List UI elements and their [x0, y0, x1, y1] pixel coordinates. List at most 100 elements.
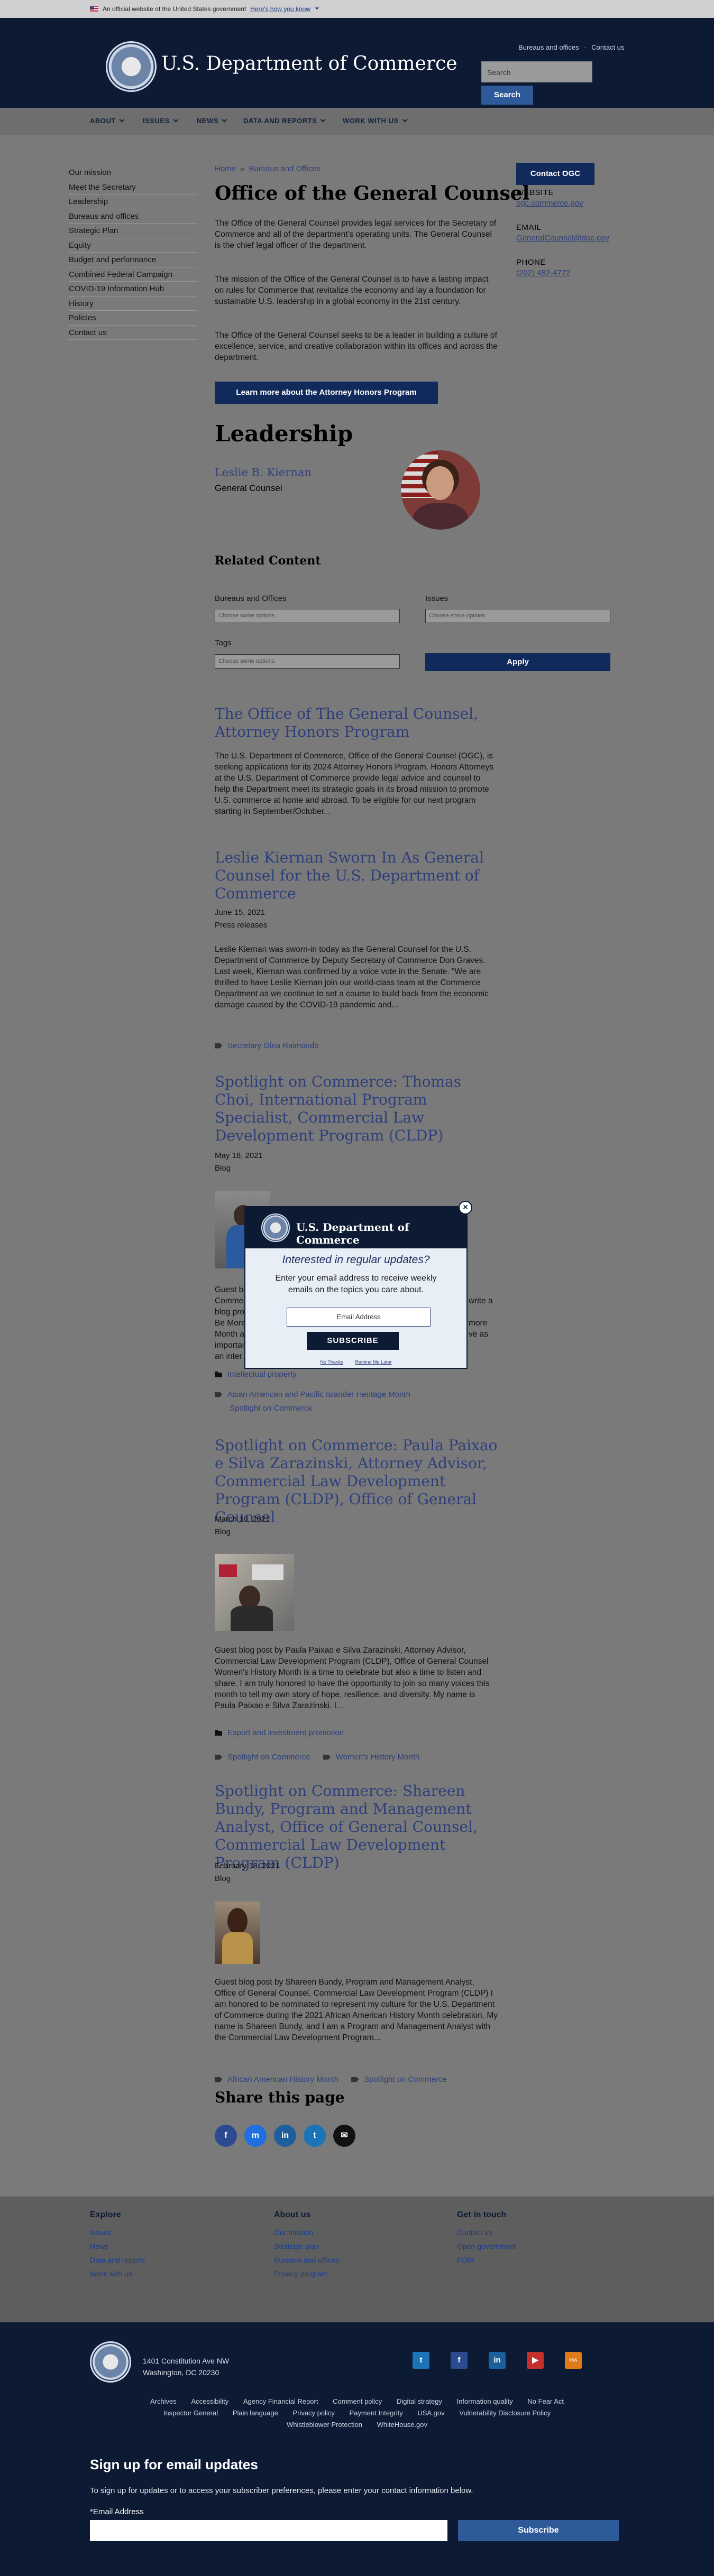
footer-link-payment-integrity[interactable]: Payment Integrity — [350, 2409, 403, 2417]
site-title[interactable]: U.S. Department of Commerce — [161, 53, 457, 75]
remind-me-later-link[interactable]: Remind Me Later — [355, 1359, 391, 1365]
footer-commerce-seal-logo[interactable] — [90, 2341, 131, 2383]
facebook-share-icon[interactable]: f — [215, 2125, 237, 2147]
phone-link[interactable]: (202) 482-4772 — [516, 268, 571, 277]
tag-link[interactable]: Women's History Month — [323, 1753, 419, 1762]
heres-how-you-know-link[interactable]: Here's how you know — [250, 5, 310, 13]
sidebar-item-our-mission[interactable]: Our mission — [69, 165, 197, 180]
category-link[interactable]: Intellectual property — [215, 1370, 297, 1379]
linkedin-icon[interactable]: in — [489, 2352, 506, 2369]
sidebar-item-meet-the-secretary[interactable]: Meet the Secretary — [69, 180, 197, 194]
rss-icon[interactable]: rss — [565, 2352, 582, 2369]
email-share-icon[interactable]: ✉ — [333, 2125, 355, 2147]
tag-link[interactable]: Secretary Gina Raimondo — [215, 1041, 319, 1050]
footer-link-archives[interactable]: Archives — [150, 2397, 177, 2405]
tag-icon — [351, 2077, 359, 2082]
sidebar-item-leadership[interactable]: Leadership — [69, 194, 197, 209]
footer-link-our-mission[interactable]: Our mission — [274, 2228, 314, 2237]
article-title[interactable]: The Office of The General Counsel, Attor… — [215, 705, 498, 741]
commerce-seal-logo[interactable] — [106, 41, 157, 92]
subscribe-button[interactable]: Subscribe — [458, 2520, 619, 2541]
footer-link-agency-financial-report[interactable]: Agency Financial Report — [243, 2397, 318, 2405]
footer-link-strategic-plan[interactable]: Strategic plan — [274, 2242, 319, 2250]
bureaus-and-offices-link[interactable]: Bureaus and offices — [518, 43, 579, 51]
nav-data-and-reports[interactable]: DATA AND REPORTS — [243, 117, 326, 125]
footer-link-bureaus[interactable]: Bureaus and offices — [274, 2256, 340, 2264]
article-title[interactable]: Leslie Kiernan Sworn In As General Couns… — [215, 849, 498, 903]
article-title[interactable]: Spotlight on Commerce: Shareen Bundy, Pr… — [215, 1782, 498, 1872]
footer-link-plain-language[interactable]: Plain language — [233, 2409, 278, 2417]
issues-filter-select[interactable]: Choose some options — [425, 609, 610, 623]
tag-link[interactable]: Asian American and Pacific Islander Heri… — [215, 1390, 410, 1399]
footer-link-usa-gov[interactable]: USA.gov — [417, 2409, 444, 2417]
category-link[interactable]: Export and investment promotion — [215, 1728, 344, 1737]
article-title[interactable]: Spotlight on Commerce: Paula Paixao e Si… — [215, 1437, 498, 1526]
search-button[interactable]: Search — [481, 86, 533, 105]
youtube-icon[interactable]: ▶ — [527, 2352, 544, 2369]
footer-link-digital-strategy[interactable]: Digital strategy — [397, 2397, 442, 2405]
facebook-icon[interactable]: f — [451, 2352, 468, 2369]
modal-subscribe-button[interactable]: SUBSCRIBE — [307, 1332, 399, 1350]
nav-issues[interactable]: ISSUES — [143, 117, 179, 125]
footer-link-privacy-policy[interactable]: Privacy policy — [292, 2409, 334, 2417]
sidebar-item-contact-us[interactable]: Contact us — [69, 326, 197, 340]
footer-link-work-with-us[interactable]: Work with us — [90, 2269, 132, 2278]
sidebar-item-bureaus-and-offices[interactable]: Bureaus and offices — [69, 209, 197, 224]
sidebar-item-combined-federal-campaign[interactable]: Combined Federal Campaign — [69, 267, 197, 282]
sidebar-item-covid-19-hub[interactable]: COVID-19 Information Hub — [69, 282, 197, 296]
leader-name[interactable]: Leslie B. Kiernan — [215, 466, 312, 479]
apply-filter-button[interactable]: Apply — [425, 653, 610, 671]
footer-link-privacy-program[interactable]: Privacy program — [274, 2269, 328, 2278]
footer-link-news[interactable]: News — [90, 2242, 108, 2250]
footer-link-vulnerability-disclosure[interactable]: Vulnerability Disclosure Policy — [459, 2409, 551, 2417]
twitter-icon[interactable]: t — [413, 2352, 429, 2369]
footer-link-whitehouse-gov[interactable]: WhiteHouse.gov — [377, 2421, 427, 2429]
no-thanks-link[interactable]: No Thanks — [321, 1359, 343, 1365]
footer-link-no-fear-act[interactable]: No Fear Act — [527, 2397, 564, 2405]
tag-link[interactable]: African American History Month — [215, 2075, 338, 2084]
nav-work-with-us[interactable]: WORK WITH US — [343, 117, 408, 125]
linkedin-share-icon[interactable]: in — [274, 2125, 296, 2147]
footer-link-comment-policy[interactable]: Comment policy — [333, 2397, 382, 2405]
breadcrumb-current[interactable]: Bureaus and Offices — [249, 164, 321, 173]
bureaus-filter-select[interactable]: Choose some options — [215, 609, 400, 623]
website-link[interactable]: ogc.commerce.gov — [516, 199, 583, 208]
tag-link[interactable]: Spotlight on Commerce — [215, 1753, 310, 1762]
breadcrumb-home[interactable]: Home — [215, 164, 236, 173]
tags-filter-select[interactable]: Choose some options — [215, 654, 400, 669]
sidebar-item-history[interactable]: History — [69, 296, 197, 311]
tag-icon — [215, 1043, 222, 1049]
footer-link-issues[interactable]: Issues — [90, 2228, 111, 2237]
sidebar-item-budget-and-performance[interactable]: Budget and performance — [69, 253, 197, 267]
email-address-input[interactable] — [90, 2520, 447, 2541]
footer-link-foia[interactable]: FOIA — [457, 2256, 474, 2264]
close-icon[interactable]: × — [459, 1201, 472, 1215]
twitter-share-icon[interactable]: t — [304, 2125, 326, 2147]
footer-link-open-government[interactable]: Open government — [457, 2242, 516, 2250]
footer-link-accessibility[interactable]: Accessibility — [191, 2397, 228, 2405]
footer-link-contact-us[interactable]: Contact us — [457, 2228, 492, 2237]
footer-link-whistleblower[interactable]: Whistleblower Protection — [287, 2421, 362, 2429]
contact-ogc-button[interactable]: Contact OGC — [516, 163, 594, 185]
chevron-down-icon[interactable] — [315, 5, 319, 10]
sidebar-item-equity[interactable]: Equity — [69, 238, 197, 253]
email-address-label: *Email Address — [90, 2507, 144, 2516]
email-link[interactable]: GeneralCounsel@doc.gov — [516, 234, 609, 243]
footer-link-inspector-general[interactable]: Inspector General — [163, 2409, 218, 2417]
article-thumbnail[interactable] — [215, 1554, 294, 1631]
search-input[interactable]: Search — [481, 61, 592, 82]
messenger-share-icon[interactable]: m — [244, 2125, 267, 2147]
footer-link-data-and-reports[interactable]: Data and reports — [90, 2256, 145, 2264]
modal-email-input[interactable]: Email Address — [287, 1308, 431, 1327]
nav-about[interactable]: ABOUT — [90, 117, 125, 125]
article-thumbnail[interactable] — [215, 1902, 260, 1964]
tag-link[interactable]: Spotlight on Commerce — [351, 2075, 447, 2084]
contact-us-link[interactable]: Contact us — [591, 43, 624, 51]
footer-link-information-quality[interactable]: Information quality — [457, 2397, 513, 2405]
attorney-honors-program-button[interactable]: Learn more about the Attorney Honors Pro… — [215, 382, 438, 404]
tag-link[interactable]: Spotlight on Commerce — [230, 1404, 313, 1413]
sidebar-item-strategic-plan[interactable]: Strategic Plan — [69, 224, 197, 238]
nav-news[interactable]: NEWS — [197, 117, 227, 125]
article-title[interactable]: Spotlight on Commerce: Thomas Choi, Inte… — [215, 1073, 498, 1145]
sidebar-item-policies[interactable]: Policies — [69, 311, 197, 326]
